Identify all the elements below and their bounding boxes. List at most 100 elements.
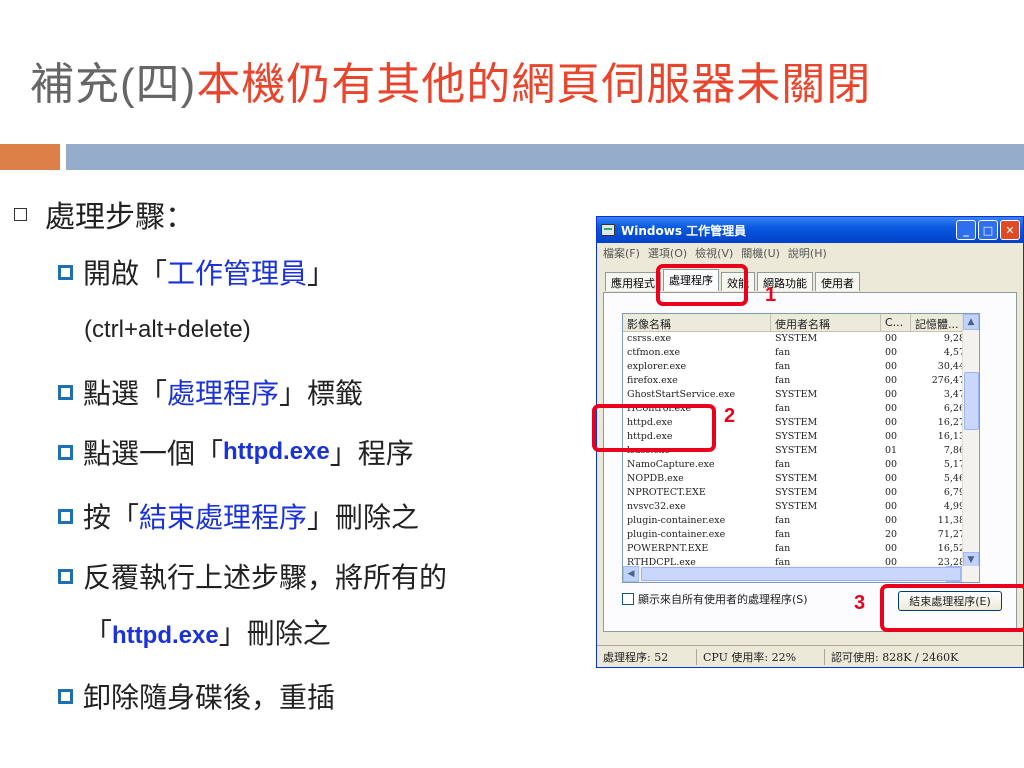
step-1-shortcut: (ctrl+alt+delete): [84, 316, 251, 343]
table-cell: SYSTEM: [775, 389, 818, 400]
scroll-up-icon[interactable]: ▲: [963, 314, 979, 330]
window-titlebar[interactable]: Windows 工作管理員 _ □ ✕: [597, 217, 1023, 243]
table-cell: 01: [885, 445, 898, 456]
table-cell: NPROTECT.EXE: [627, 487, 706, 498]
column-image-name[interactable]: 影像名稱: [623, 314, 771, 331]
step-3: 點選一個「 httpd.exe 」程序: [58, 432, 414, 472]
table-cell: 276,47: [931, 375, 965, 386]
table-cell: fan: [775, 529, 791, 540]
table-cell: 00: [885, 361, 898, 372]
step-4-post: 」刪除之: [307, 501, 420, 534]
table-cell: 30,44: [937, 361, 965, 372]
table-cell: 11,38: [937, 515, 965, 526]
horizontal-scrollbar[interactable]: ◀ ▶: [623, 566, 979, 582]
step-3-highlight: httpd.exe: [223, 438, 330, 465]
table-row[interactable]: firefox.exe fan 00 276,47: [623, 374, 979, 388]
step-1-post: 」: [307, 257, 336, 290]
window-title: Windows 工作管理員: [621, 223, 747, 238]
step-3-post: 」程序: [329, 437, 414, 470]
table-cell: 00: [885, 333, 898, 344]
maximize-icon[interactable]: □: [978, 220, 998, 240]
table-cell: 16,27: [937, 417, 965, 428]
table-cell: 16,52: [937, 543, 965, 554]
slide-title: 補充(四)本機仍有其他的網頁伺服器未關閉: [30, 48, 871, 112]
square-bullet-icon: [58, 444, 73, 460]
scroll-left-icon[interactable]: ◀: [623, 566, 639, 582]
table-row[interactable]: plugin-container.exe fan 20 71,27: [623, 528, 979, 542]
table-cell: 00: [885, 347, 898, 358]
status-bar: 處理程序: 52 CPU 使用率: 22% 認可使用: 828K / 2460K: [597, 645, 1023, 667]
tab-applications[interactable]: 應用程式: [605, 272, 661, 291]
vertical-scrollbar[interactable]: ▲ ▼: [962, 314, 979, 568]
step-5-line1: 反覆執行上述步驟，將所有的: [83, 561, 448, 594]
show-all-users-label: 顯示來自所有使用者的處理程序(S): [638, 593, 808, 606]
menu-file[interactable]: 檔案(F): [603, 245, 640, 261]
step-5-line2: 「httpd.exe」刪除之: [84, 612, 331, 652]
table-cell: ctfmon.exe: [627, 347, 681, 358]
annotation-number-3: 3: [854, 592, 866, 614]
table-row[interactable]: GhostStartService.exe SYSTEM 00 3,47: [623, 388, 979, 402]
step-4-pre: 按「: [83, 501, 140, 534]
column-user-name[interactable]: 使用者名稱: [771, 314, 881, 331]
table-row[interactable]: nvsvc32.exe SYSTEM 00 4,99: [623, 500, 979, 514]
step-1: 開啟「 工作管理員」: [58, 252, 335, 292]
minimize-icon[interactable]: _: [956, 220, 976, 240]
table-cell: SYSTEM: [775, 333, 818, 344]
table-cell: 00: [885, 417, 898, 428]
table-row[interactable]: NPROTECT.EXE SYSTEM 00 6,79: [623, 486, 979, 500]
table-row[interactable]: ctfmon.exe fan 00 4,57: [623, 346, 979, 360]
column-cpu[interactable]: C...: [881, 314, 911, 331]
table-cell: 00: [885, 403, 898, 414]
close-icon[interactable]: ✕: [1000, 220, 1020, 240]
step-1-highlight: 工作管理員: [167, 257, 308, 290]
step-6-text: 卸除隨身碟後，重插: [83, 681, 336, 714]
table-cell: 71,27: [937, 529, 965, 540]
table-row[interactable]: plugin-container.exe fan 00 11,38: [623, 514, 979, 528]
accent-bar-orange: [0, 144, 60, 170]
hollow-square-bullet-icon: [14, 207, 27, 221]
table-cell: 3,47: [943, 389, 965, 400]
square-bullet-icon: [58, 264, 73, 280]
table-cell: 00: [885, 543, 898, 554]
step-2-post: 」標籤: [279, 377, 364, 410]
table-cell: NOPDB.exe: [627, 473, 684, 484]
title-prefix: 補充: [30, 59, 120, 110]
step-2-pre: 點選「: [83, 377, 168, 410]
square-bullet-icon: [58, 384, 73, 400]
table-cell: SYSTEM: [775, 417, 818, 428]
vertical-scroll-thumb[interactable]: [964, 372, 979, 430]
table-cell: explorer.exe: [627, 361, 687, 372]
step-2: 點選「 處理程序 」標籤: [58, 372, 363, 412]
checkbox-box[interactable]: [622, 593, 634, 605]
table-cell: plugin-container.exe: [627, 515, 726, 526]
table-cell: firefox.exe: [627, 375, 678, 386]
table-cell: 00: [885, 515, 898, 526]
show-all-users-checkbox[interactable]: 顯示來自所有使用者的處理程序(S): [622, 591, 808, 607]
table-cell: 7,86: [943, 445, 965, 456]
step-5-pre: 「: [84, 617, 113, 650]
table-row[interactable]: csrss.exe SYSTEM 00 9,28: [623, 332, 979, 346]
tab-users[interactable]: 使用者: [815, 272, 860, 291]
table-cell: POWERPNT.EXE: [627, 543, 709, 554]
table-row[interactable]: explorer.exe fan 00 30,44: [623, 360, 979, 374]
menu-shutdown[interactable]: 關機(U): [741, 245, 780, 261]
table-cell: 00: [885, 501, 898, 512]
menu-options[interactable]: 選項(O): [648, 245, 687, 261]
table-cell: fan: [775, 375, 791, 386]
table-row[interactable]: POWERPNT.EXE fan 00 16,52: [623, 542, 979, 556]
table-cell: SYSTEM: [775, 431, 818, 442]
table-row[interactable]: NamoCapture.exe fan 00 5,17: [623, 458, 979, 472]
table-row[interactable]: NOPDB.exe SYSTEM 00 5,46: [623, 472, 979, 486]
step-4-highlight: 結束處理程序: [139, 501, 308, 534]
menu-view[interactable]: 檢視(V): [695, 245, 733, 261]
horizontal-scroll-thumb[interactable]: [641, 567, 961, 581]
column-memory[interactable]: 記憶體...: [911, 314, 967, 331]
highlight-processes-tab: [656, 264, 748, 306]
table-cell: 5,46: [943, 473, 965, 484]
table-cell: SYSTEM: [775, 473, 818, 484]
table-cell: SYSTEM: [775, 487, 818, 498]
menu-help[interactable]: 說明(H): [788, 245, 827, 261]
table-cell: 4,99: [943, 501, 965, 512]
table-cell: SYSTEM: [775, 445, 818, 456]
table-cell: 4,57: [943, 347, 965, 358]
